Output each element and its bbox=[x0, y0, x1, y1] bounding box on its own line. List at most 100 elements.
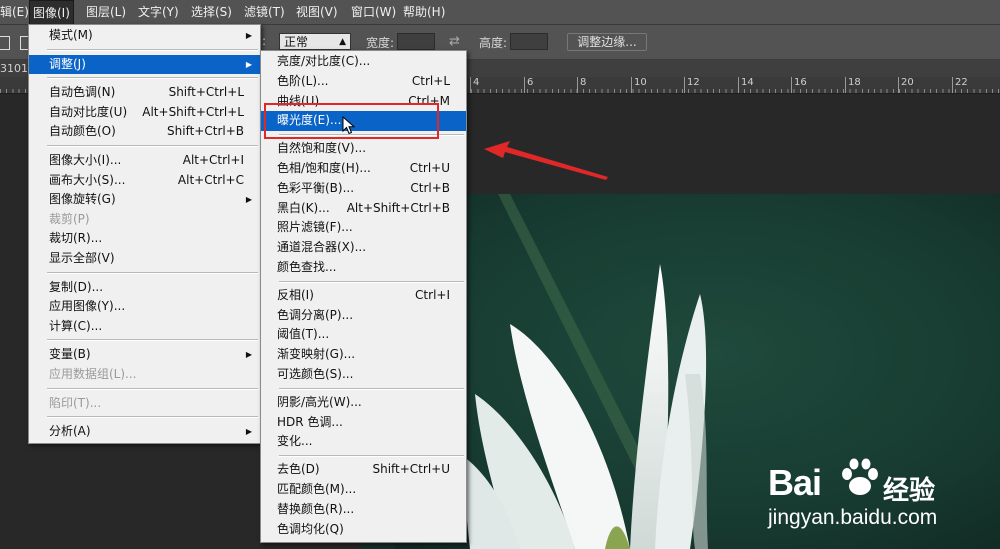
menu-item-label: 色调均化(Q) bbox=[277, 521, 344, 536]
menu-item[interactable]: 变量(B) ▶ bbox=[29, 345, 260, 365]
menu-item-label: 分析(A) bbox=[49, 424, 91, 439]
menu-item[interactable]: 自动对比度(U) Alt+Shift+Ctrl+L bbox=[29, 103, 260, 123]
menu-item-label: 裁剪(P) bbox=[49, 211, 90, 226]
ruler-tick bbox=[524, 77, 525, 93]
marquee-mode-icon[interactable] bbox=[0, 36, 10, 50]
menu-item: 应用数据组(L)... bbox=[29, 365, 260, 385]
menu-item-label: 模式(M) bbox=[49, 28, 93, 42]
menu-image[interactable]: 图像(I) bbox=[29, 0, 74, 26]
menu-item[interactable]: 阴影/高光(W)... bbox=[261, 393, 466, 413]
refine-edge-button[interactable]: 调整边缘... bbox=[567, 33, 647, 51]
menu-help[interactable]: 帮助(H) bbox=[403, 0, 445, 24]
menu-item[interactable]: HDR 色调... bbox=[261, 413, 466, 433]
menu-separator bbox=[47, 271, 258, 274]
menu-item[interactable]: 自动色调(N) Shift+Ctrl+L bbox=[29, 83, 260, 103]
menu-item-label: 复制(D)... bbox=[49, 279, 104, 294]
ruler-number: 18 bbox=[848, 77, 861, 88]
menu-select[interactable]: 选择(S) bbox=[191, 0, 232, 24]
submenu-arrow-icon: ▶ bbox=[245, 195, 252, 205]
ruler-tick bbox=[738, 77, 739, 93]
menu-item[interactable]: 照片滤镜(F)... bbox=[261, 218, 466, 238]
menu-item[interactable]: 裁切(R)... bbox=[29, 229, 260, 249]
menu-type[interactable]: 文字(Y) bbox=[138, 0, 179, 24]
menu-item[interactable]: 色阶(L)... Ctrl+L bbox=[261, 72, 466, 92]
menu-item[interactable]: 可选颜色(S)... bbox=[261, 365, 466, 385]
menu-view[interactable]: 视图(V) bbox=[296, 0, 338, 24]
menu-separator bbox=[47, 387, 258, 390]
menu-item-shortcut: Ctrl+L bbox=[411, 73, 450, 88]
menu-item-label: 阈值(T)... bbox=[277, 327, 330, 342]
menu-separator bbox=[47, 416, 258, 419]
menu-separator bbox=[47, 77, 258, 80]
submenu-arrow-icon: ▶ bbox=[245, 427, 252, 437]
menu-item-shortcut: Shift+Ctrl+B bbox=[167, 124, 244, 139]
menu-item[interactable]: 黑白(K)... Alt+Shift+Ctrl+B bbox=[261, 199, 466, 219]
menu-item-label: 匹配颜色(M)... bbox=[277, 482, 357, 496]
menu-item-shortcut: Alt+Ctrl+C bbox=[177, 172, 244, 187]
menu-item[interactable]: 替换颜色(R)... bbox=[261, 500, 466, 520]
menu-item[interactable]: 自动颜色(O) Shift+Ctrl+B bbox=[29, 122, 260, 142]
menu-item[interactable]: 分析(A) ▶ bbox=[29, 422, 260, 442]
menu-item[interactable]: 图像旋转(G) ▶ bbox=[29, 190, 260, 210]
menu-item[interactable]: 变化... bbox=[261, 432, 466, 452]
menu-separator bbox=[279, 387, 464, 390]
image-menu: 模式(M) ▶ 调整(J) ▶ 自动色调(N) Shift+Ctrl+L 自动对比度(U) A… bbox=[28, 24, 261, 444]
menu-layer[interactable]: 图层(L) bbox=[86, 0, 126, 24]
menu-item: 裁剪(P) bbox=[29, 210, 260, 230]
menu-item-label: 显示全部(V) bbox=[49, 251, 115, 265]
ruler-number: 8 bbox=[580, 77, 587, 88]
menu-item-shortcut: Shift+Ctrl+U bbox=[372, 462, 450, 477]
menu-item[interactable]: 计算(C)... bbox=[29, 317, 260, 337]
swap-icon[interactable]: ⇄ bbox=[449, 34, 460, 49]
ruler-tick bbox=[684, 77, 685, 93]
ruler-tick bbox=[791, 77, 792, 93]
style-select[interactable]: 正常 ▲ bbox=[279, 33, 351, 50]
menu-item-label: 图像大小(I)... bbox=[49, 153, 122, 167]
height-input[interactable] bbox=[510, 33, 548, 50]
menu-item[interactable]: 复制(D)... bbox=[29, 278, 260, 298]
menu-item-label: HDR 色调... bbox=[277, 414, 343, 429]
ruler-number: 6 bbox=[527, 77, 534, 88]
width-input[interactable] bbox=[397, 33, 435, 50]
menu-item-label: 自动颜色(O) bbox=[49, 124, 116, 139]
menu-item[interactable]: 图像大小(I)... Alt+Ctrl+I bbox=[29, 151, 260, 171]
menu-item[interactable]: 应用图像(Y)... bbox=[29, 297, 260, 317]
menu-item-label: 色调分离(P)... bbox=[277, 307, 354, 322]
menu-item[interactable]: 渐变映射(G)... bbox=[261, 345, 466, 365]
ruler-tick bbox=[845, 77, 846, 93]
menu-item-label: 色阶(L)... bbox=[277, 73, 329, 88]
ruler-number: 12 bbox=[687, 77, 700, 88]
menu-item[interactable]: 通道混合器(X)... bbox=[261, 238, 466, 258]
style-select-value: 正常 bbox=[284, 35, 309, 49]
menu-item[interactable]: 模式(M) ▶ bbox=[29, 26, 260, 46]
menu-item[interactable]: 阈值(T)... bbox=[261, 325, 466, 345]
menu-item-label: 阴影/高光(W)... bbox=[277, 394, 362, 409]
menu-item[interactable]: 色彩平衡(B)... Ctrl+B bbox=[261, 179, 466, 199]
menu-item-label: 变化... bbox=[277, 434, 313, 449]
menu-item[interactable]: 显示全部(V) bbox=[29, 249, 260, 269]
menu-item[interactable]: 颜色查找... bbox=[261, 258, 466, 278]
watermark-url: jingyan.baidu.com bbox=[768, 506, 938, 529]
menu-item[interactable]: 匹配颜色(M)... bbox=[261, 480, 466, 500]
menu-item-label: 亮度/对比度(C)... bbox=[277, 54, 371, 68]
menu-item-label: 照片滤镜(F)... bbox=[277, 220, 353, 235]
menu-edit[interactable]: 辑(E) bbox=[0, 0, 29, 24]
menu-window[interactable]: 窗口(W) bbox=[351, 0, 396, 24]
menu-item[interactable]: 自然饱和度(V)... bbox=[261, 139, 466, 159]
menu-item[interactable]: 画布大小(S)... Alt+Ctrl+C bbox=[29, 171, 260, 191]
menu-item[interactable]: 色相/饱和度(H)... Ctrl+U bbox=[261, 159, 466, 179]
menu-item-label: 图像旋转(G) bbox=[49, 192, 116, 207]
ruler-tick bbox=[952, 77, 953, 93]
menu-item[interactable]: 去色(D) Shift+Ctrl+U bbox=[261, 460, 466, 480]
menu-separator bbox=[279, 455, 464, 458]
menu-item-label: 可选颜色(S)... bbox=[277, 367, 354, 381]
menu-item[interactable]: 色调均化(Q) bbox=[261, 520, 466, 540]
menu-item[interactable]: 调整(J) ▶ bbox=[29, 54, 260, 75]
menu-item[interactable]: 色调分离(P)... bbox=[261, 306, 466, 326]
menu-filter[interactable]: 滤镜(T) bbox=[244, 0, 285, 24]
ruler-number: 16 bbox=[794, 77, 807, 88]
menu-item[interactable]: 亮度/对比度(C)... bbox=[261, 52, 466, 72]
menu-item[interactable]: 反相(I) Ctrl+I bbox=[261, 286, 466, 306]
menu-item-label: 替换颜色(R)... bbox=[277, 501, 355, 516]
menu-item-label: 变量(B) bbox=[49, 347, 91, 362]
